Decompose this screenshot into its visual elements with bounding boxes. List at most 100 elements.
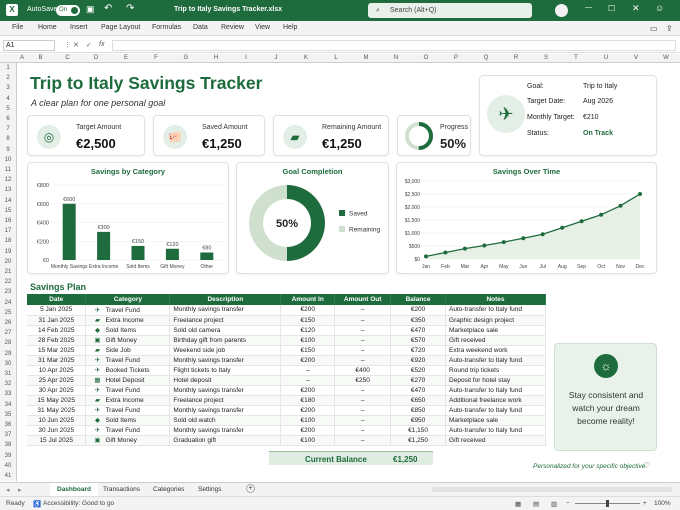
row-header[interactable]: 14 (0, 198, 16, 204)
row-header[interactable]: 19 (0, 249, 16, 255)
row-header[interactable]: 24 (0, 300, 16, 306)
row-header[interactable]: 1 (0, 65, 16, 71)
row-header[interactable]: 18 (0, 238, 16, 244)
column-header-l[interactable]: L (321, 55, 351, 61)
save-icon[interactable]: ▣ (86, 4, 95, 15)
table-cell[interactable]: €100 (280, 335, 336, 346)
table-cell[interactable]: €150 (280, 315, 336, 326)
accessibility-status[interactable]: Accessibility: Good to go (43, 500, 114, 507)
category-cell[interactable]: ✈ Travel Fund (85, 355, 171, 366)
table-cell[interactable]: Monthly savings transfer (169, 385, 282, 396)
column-header-q[interactable]: Q (471, 55, 501, 61)
row-header[interactable]: 15 (0, 208, 16, 214)
search-input[interactable]: ⌕ Search (Alt+Q) (368, 3, 532, 18)
table-cell[interactable]: Additional freelance work (445, 395, 546, 406)
horizontal-scrollbar[interactable] (432, 487, 672, 492)
tab-next-icon[interactable]: ▸ (18, 486, 22, 494)
tab-prev-icon[interactable]: ◂ (6, 486, 10, 494)
row-header[interactable]: 30 (0, 361, 16, 367)
category-cell[interactable]: ✈ Booked Tickets (85, 365, 171, 376)
row-header[interactable]: 34 (0, 402, 16, 408)
category-cell[interactable]: ✈ Travel Fund (85, 385, 171, 396)
column-header-s[interactable]: S (531, 55, 561, 61)
table-cell[interactable]: €200 (280, 405, 336, 416)
sheet-tab-categories[interactable]: Categories (153, 486, 184, 493)
table-row[interactable]: 15 Mar 2025 ▰ Side Job Weekend side job €150… (27, 345, 546, 356)
table-row[interactable]: 15 May 2025 ▰ Extra Income Freelance projec… (27, 395, 546, 406)
tab-view[interactable]: View (255, 24, 270, 31)
formula-input[interactable] (112, 40, 676, 51)
table-cell[interactable]: – (334, 315, 392, 326)
table-cell[interactable]: Graduation gift (169, 435, 282, 446)
table-cell[interactable]: – (334, 325, 392, 336)
table-row[interactable]: 10 Jun 2025 ◆ Sold Items Sold old watch €100… (27, 415, 546, 426)
table-cell[interactable]: €650 (390, 395, 447, 406)
column-header-v[interactable]: V (621, 55, 651, 61)
row-header[interactable]: 4 (0, 96, 16, 102)
table-cell[interactable]: – (334, 345, 392, 356)
row-header[interactable]: 40 (0, 463, 16, 469)
table-cell[interactable]: – (334, 355, 392, 366)
tab-page-layout[interactable]: Page Layout (101, 24, 140, 31)
sheet-tab-settings[interactable]: Settings (198, 486, 222, 493)
category-cell[interactable]: ✈ Travel Fund (85, 425, 171, 436)
table-cell[interactable]: 31 May 2025 (27, 405, 87, 416)
fx-icon[interactable]: fx (99, 41, 104, 48)
row-header[interactable]: 22 (0, 279, 16, 285)
column-header-k[interactable]: K (291, 55, 321, 61)
column-header-t[interactable]: T (561, 55, 591, 61)
column-header-c[interactable]: C (54, 55, 81, 61)
add-sheet-icon[interactable]: + (246, 484, 255, 493)
category-cell[interactable]: ▰ Extra Income (85, 395, 171, 406)
table-row[interactable]: 30 Apr 2025 ✈ Travel Fund Monthly savings t… (27, 385, 546, 396)
row-header[interactable]: 33 (0, 391, 16, 397)
table-cell[interactable]: Deposit for hotel stay (445, 375, 546, 386)
row-header[interactable]: 17 (0, 228, 16, 234)
table-cell[interactable]: Monthly savings transfer (169, 305, 282, 316)
table-cell[interactable]: 30 Apr 2025 (27, 385, 87, 396)
table-cell[interactable]: €200 (280, 355, 336, 366)
table-cell[interactable]: Hotel deposit (169, 375, 282, 386)
tab-home[interactable]: Home (38, 24, 57, 31)
category-cell[interactable]: ▰ Extra Income (85, 315, 171, 326)
tab-insert[interactable]: Insert (70, 24, 88, 31)
row-header[interactable]: 27 (0, 330, 16, 336)
table-cell[interactable]: Marketplace sale (445, 415, 546, 426)
table-cell[interactable]: €720 (390, 345, 447, 356)
table-cell[interactable]: – (334, 435, 392, 446)
row-header[interactable]: 21 (0, 269, 16, 275)
row-header[interactable]: 37 (0, 432, 16, 438)
table-cell[interactable]: €120 (280, 325, 336, 336)
column-header[interactable]: Date (27, 294, 87, 305)
row-header[interactable]: 26 (0, 320, 16, 326)
table-row[interactable]: 25 Apr 2025 ▦ Hotel Deposit Hotel deposit – €… (27, 375, 546, 386)
table-cell[interactable]: – (334, 385, 392, 396)
table-cell[interactable]: – (334, 415, 392, 426)
row-header[interactable]: 8 (0, 136, 16, 142)
zoom-in-icon[interactable]: + (643, 500, 647, 507)
page-layout-icon[interactable]: ▤ (533, 500, 539, 508)
column-header-b[interactable]: B (27, 55, 54, 61)
column-header[interactable]: Amount Out (334, 294, 392, 305)
category-cell[interactable]: ▰ Side Job (85, 345, 171, 356)
avatar[interactable] (555, 4, 568, 17)
table-cell[interactable]: – (334, 335, 392, 346)
table-cell[interactable]: Birthday gift from parents (169, 335, 282, 346)
row-header[interactable]: 2 (0, 75, 16, 81)
table-cell[interactable]: €150 (280, 345, 336, 356)
table-cell[interactable]: Auto-transfer to Italy fund (445, 355, 546, 366)
table-cell[interactable]: €850 (390, 405, 447, 416)
table-cell[interactable]: €1,250 (390, 435, 447, 446)
table-cell[interactable]: Flight tickets to Italy (169, 365, 282, 376)
column-header-n[interactable]: N (381, 55, 411, 61)
row-header[interactable]: 29 (0, 351, 16, 357)
category-cell[interactable]: ◆ Sold Items (85, 415, 171, 426)
row-header[interactable]: 31 (0, 371, 16, 377)
category-cell[interactable]: ▦ Hotel Deposit (85, 375, 171, 386)
table-row[interactable]: 14 Feb 2025 ◆ Sold Items Sold old camera €12… (27, 325, 546, 336)
column-header-g[interactable]: G (171, 55, 201, 61)
table-cell[interactable]: 10 Apr 2025 (27, 365, 87, 376)
table-cell[interactable]: €200 (280, 385, 336, 396)
table-cell[interactable]: – (334, 405, 392, 416)
zoom-out-icon[interactable]: − (566, 500, 570, 507)
